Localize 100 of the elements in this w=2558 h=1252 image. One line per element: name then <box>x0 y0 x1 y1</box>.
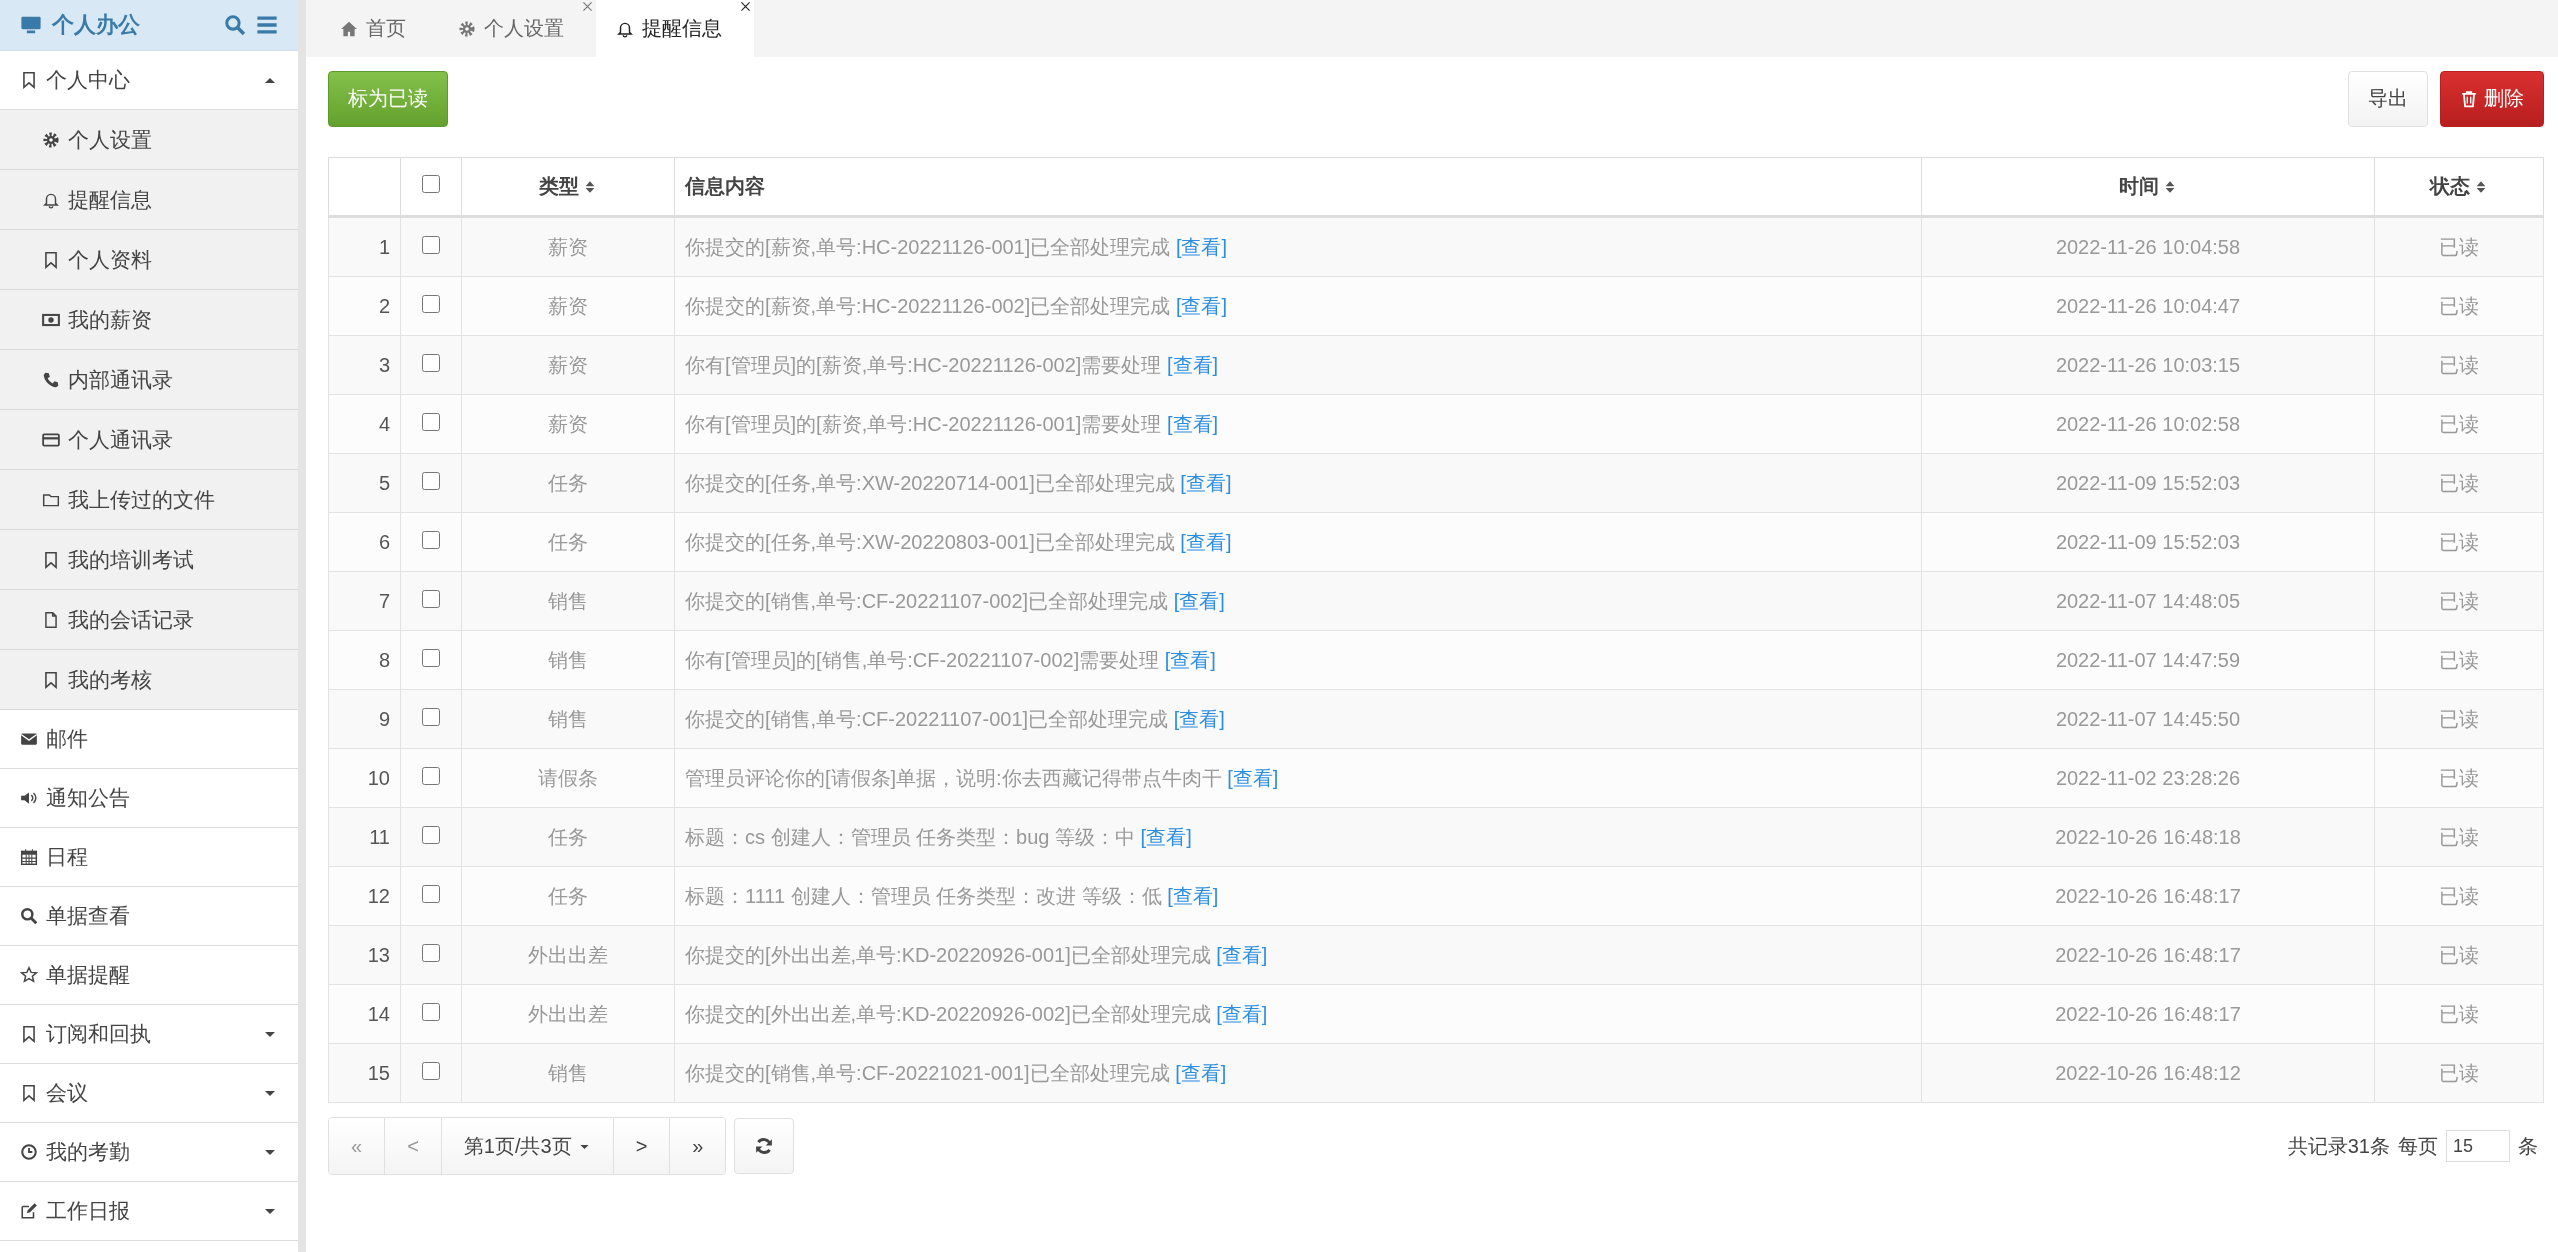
status-text: 已读 <box>2439 294 2479 317</box>
submenu-item[interactable]: 内部通讯录 <box>0 350 298 410</box>
bookmark-icon <box>42 550 60 569</box>
type-text: 销售 <box>548 648 588 671</box>
submenu-item[interactable]: 我的会话记录 <box>0 590 298 650</box>
per-page-input[interactable]: 15 <box>2446 1130 2510 1162</box>
sidebar-title: 个人办公 <box>52 11 140 39</box>
checkbox[interactable] <box>422 766 440 785</box>
row-number: 15 <box>367 1061 390 1084</box>
tab[interactable]: 首页 <box>320 0 438 57</box>
menu-icon[interactable] <box>256 14 278 36</box>
status-text: 已读 <box>2439 884 2479 907</box>
type-text: 薪资 <box>548 412 588 435</box>
trash-icon <box>2460 89 2478 108</box>
checkbox[interactable] <box>422 471 440 490</box>
file-icon <box>42 610 60 629</box>
type-text: 销售 <box>548 589 588 612</box>
status-text: 已读 <box>2439 471 2479 494</box>
time-text: 2022-11-09 15:52:03 <box>2055 530 2241 553</box>
home-icon <box>340 19 358 38</box>
tab[interactable]: 个人设置 <box>438 0 596 57</box>
checkbox[interactable] <box>422 294 440 313</box>
submenu-item[interactable]: 我的培训考试 <box>0 530 298 590</box>
row-number: 6 <box>378 530 390 553</box>
checkbox[interactable] <box>422 943 440 962</box>
row-number: 10 <box>367 766 390 789</box>
row-number: 9 <box>378 707 390 730</box>
checkbox[interactable] <box>422 412 440 431</box>
message-text: 你提交的[外出出差,单号:KD-20220926-002]已全部处理完成 <box>685 1002 1211 1025</box>
submenu-item[interactable]: 提醒信息 <box>0 170 298 230</box>
type-text: 任务 <box>548 884 588 907</box>
time-text: 2022-10-26 16:48:18 <box>2055 825 2241 848</box>
page-select-button[interactable]: 第1页/共3页 <box>441 1118 614 1174</box>
type-text: 任务 <box>548 471 588 494</box>
nav-label: 邮件 <box>46 726 88 752</box>
close-icon[interactable] <box>739 0 752 13</box>
type-text: 任务 <box>548 530 588 553</box>
next-page-button[interactable]: > <box>613 1118 671 1174</box>
bookmark-icon <box>20 1084 38 1102</box>
checkbox[interactable] <box>422 589 440 608</box>
submenu-item[interactable]: 个人通讯录 <box>0 410 298 470</box>
checkbox[interactable] <box>422 353 440 372</box>
tab[interactable]: 提醒信息 <box>596 0 754 57</box>
checkbox[interactable] <box>422 175 440 193</box>
search-icon[interactable] <box>224 14 246 36</box>
type-text: 薪资 <box>548 353 588 376</box>
status-text: 已读 <box>2439 943 2479 966</box>
row-number: 5 <box>378 471 390 494</box>
checkbox[interactable] <box>422 1061 440 1080</box>
tab-label: 个人设置 <box>484 16 564 41</box>
checkbox[interactable] <box>422 884 440 903</box>
status-text: 已读 <box>2439 1002 2479 1025</box>
nav-label: 订阅和回执 <box>46 1021 151 1047</box>
message-text: 你提交的[销售,单号:CF-20221021-001]已全部处理完成 <box>685 1061 1170 1084</box>
checkbox[interactable] <box>422 235 440 254</box>
submenu-item[interactable]: 我上传过的文件 <box>0 470 298 530</box>
column-title: 状态 <box>2430 174 2470 199</box>
status-text: 已读 <box>2439 530 2479 553</box>
column-title: 信息内容 <box>685 174 765 199</box>
export-button[interactable]: 导出 <box>2348 70 2428 127</box>
delete-button[interactable]: 删除 <box>2440 70 2544 127</box>
last-page-button[interactable]: » <box>670 1118 726 1174</box>
message-text: 你提交的[销售,单号:CF-20221107-001]已全部处理完成 <box>685 707 1169 730</box>
type-text: 销售 <box>548 707 588 730</box>
row-number: 14 <box>367 1002 390 1025</box>
search-icon <box>20 907 38 925</box>
submenu-item[interactable]: 个人设置 <box>0 110 298 170</box>
submenu-item[interactable]: 个人资料 <box>0 230 298 290</box>
type-text: 外出出差 <box>528 943 608 966</box>
nav-label: 工作日报 <box>46 1198 130 1224</box>
submenu-item[interactable]: 我的薪资 <box>0 290 298 350</box>
row-number: 7 <box>378 589 390 612</box>
column-header-cell[interactable]: 类型 <box>461 157 675 217</box>
submenu-label: 提醒信息 <box>68 186 152 213</box>
checkbox[interactable] <box>422 648 440 667</box>
per-page-label: 每页 <box>2398 1133 2438 1159</box>
submenu-item[interactable]: 我的考核 <box>0 650 298 710</box>
refresh-button[interactable] <box>734 1118 795 1174</box>
type-text: 任务 <box>548 825 588 848</box>
row-number: 11 <box>369 825 390 848</box>
message-text: 管理员评论你的[请假条]单据，说明:你去西藏记得带点牛肉干 <box>685 766 1222 789</box>
status-text: 已读 <box>2439 412 2479 435</box>
phone-icon <box>42 370 60 389</box>
row-number: 2 <box>378 294 390 317</box>
checkbox[interactable] <box>422 825 440 844</box>
time-text: 2022-10-26 16:48:17 <box>2055 1002 2241 1025</box>
submenu-label: 个人资料 <box>68 246 152 273</box>
checkbox[interactable] <box>422 530 440 549</box>
submenu-label: 个人通讯录 <box>68 426 173 453</box>
column-header-cell[interactable]: 状态 <box>2374 157 2544 217</box>
column-header-cell[interactable]: 时间 <box>1921 157 2375 217</box>
checkbox[interactable] <box>422 1002 440 1021</box>
type-text: 薪资 <box>548 235 588 258</box>
message-text: 你有[管理员]的[薪资,单号:HC-20221126-001]需要处理 <box>685 412 1162 435</box>
monitor-icon <box>20 14 42 36</box>
status-text: 已读 <box>2439 648 2479 671</box>
checkbox[interactable] <box>422 707 440 726</box>
message-text: 你提交的[外出出差,单号:KD-20220926-001]已全部处理完成 <box>685 943 1211 966</box>
time-text: 2022-11-07 14:45:50 <box>2055 707 2241 730</box>
nav-label: 个人中心 <box>46 67 130 93</box>
